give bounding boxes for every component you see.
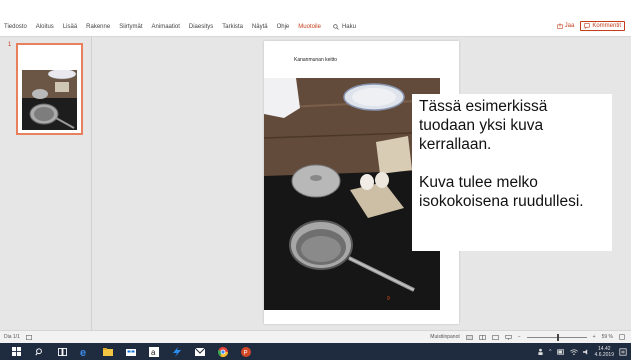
normal-view-icon[interactable] xyxy=(466,334,473,340)
share-label: Jaa xyxy=(564,23,575,29)
slide-counter: Dia 1/1 xyxy=(4,334,20,340)
svg-text:a: a xyxy=(151,348,156,357)
zoom-slider-knob[interactable] xyxy=(556,333,559,341)
fit-slide-icon[interactable] xyxy=(619,334,625,340)
search-box[interactable]: Haku xyxy=(333,24,356,30)
amazon-icon[interactable]: a xyxy=(147,345,161,359)
callout-line-2: tuodaan yksi kuva xyxy=(419,117,544,134)
system-tray: ^ 14.42 4.6.2019 xyxy=(537,343,627,360)
windows-taskbar: e a P ^ 14.42 4.6.2019 xyxy=(0,343,631,360)
tab-file[interactable]: Tiedosto xyxy=(4,24,27,30)
store-icon[interactable] xyxy=(124,345,138,359)
callout-line-5: Kuva tulee melko xyxy=(419,174,538,191)
clock-date: 4.6.2019 xyxy=(594,351,614,358)
zoom-out-button[interactable]: − xyxy=(518,334,521,340)
app-bolt-icon[interactable] xyxy=(170,345,184,359)
search-label: Haku xyxy=(341,23,356,30)
windows-start-icon[interactable] xyxy=(9,345,23,359)
notes-button[interactable]: Muistiinpanot xyxy=(430,334,459,340)
workspace: 1 Kananmunan keitto 9 Tässä esimerkissä … xyxy=(0,37,631,330)
zoom-level[interactable]: 59 % xyxy=(602,334,613,340)
edge-browser-icon[interactable]: e xyxy=(78,345,92,359)
spellcheck-icon[interactable] xyxy=(25,334,32,340)
tab-transitions[interactable]: Siirtymät xyxy=(119,24,142,30)
thumbnail-pane: 1 xyxy=(0,37,92,330)
tab-view[interactable]: Näytä xyxy=(252,24,268,30)
callout-line-1: Tässä esimerkissä xyxy=(419,98,548,115)
ribbon-tabs: Tiedosto Aloitus Lisää Rakenne Siirtymät… xyxy=(0,17,631,37)
svg-text:9: 9 xyxy=(387,296,390,302)
svg-text:P: P xyxy=(244,350,248,356)
callout-line-6: isokokoisena ruudullesi. xyxy=(419,193,584,210)
taskbar-search-icon[interactable] xyxy=(32,345,46,359)
comments-button[interactable]: Kommentit xyxy=(580,21,625,31)
person-icon[interactable] xyxy=(537,348,544,355)
tab-insert[interactable]: Lisää xyxy=(63,24,77,30)
notification-icon[interactable] xyxy=(619,347,627,356)
powerpoint-icon[interactable]: P xyxy=(239,345,253,359)
tray-chevron-icon[interactable]: ^ xyxy=(549,349,551,355)
title-strip xyxy=(0,0,631,17)
callout-line-4 xyxy=(419,154,612,173)
reading-view-icon[interactable] xyxy=(492,334,499,340)
tab-home[interactable]: Aloitus xyxy=(36,24,54,30)
chrome-icon[interactable] xyxy=(216,345,230,359)
notes-label: Muistiinpanot xyxy=(430,334,460,340)
tab-review[interactable]: Tarkista xyxy=(222,24,243,30)
callout-line-3: kerrallaan. xyxy=(419,136,492,153)
zoom-slider[interactable] xyxy=(526,333,587,341)
slide-sorter-icon[interactable] xyxy=(479,334,486,340)
thumbnail-photo-image xyxy=(22,70,77,130)
callout-textbox[interactable]: Tässä esimerkissä tuodaan yksi kuva kerr… xyxy=(412,94,612,251)
tab-format[interactable]: Muotoile xyxy=(298,24,321,30)
wifi-icon[interactable] xyxy=(569,348,578,355)
volume-icon[interactable] xyxy=(582,348,590,355)
share-button[interactable]: Jaa xyxy=(556,23,575,29)
taskbar-clock[interactable]: 14.42 4.6.2019 xyxy=(595,346,614,358)
slide-title[interactable]: Kananmunan keitto xyxy=(294,57,337,63)
mail-icon[interactable] xyxy=(193,345,207,359)
status-bar: Dia 1/1 Muistiinpanot − + 59 % xyxy=(0,330,631,343)
slide-thumbnail[interactable] xyxy=(16,43,83,135)
battery-icon[interactable] xyxy=(556,348,565,355)
comment-icon xyxy=(584,23,591,29)
tab-design[interactable]: Rakenne xyxy=(86,24,110,30)
tab-animations[interactable]: Animaatiot xyxy=(152,24,180,30)
task-view-icon[interactable] xyxy=(55,345,69,359)
svg-text:e: e xyxy=(80,347,86,357)
thumbnail-number: 1 xyxy=(8,42,12,48)
share-icon xyxy=(556,23,563,29)
zoom-in-button[interactable]: + xyxy=(593,334,596,340)
slideshow-icon[interactable] xyxy=(505,334,512,340)
search-icon xyxy=(333,23,339,30)
file-explorer-icon[interactable] xyxy=(101,345,115,359)
comments-label: Kommentit xyxy=(592,23,621,29)
tab-slideshow[interactable]: Diaesitys xyxy=(189,24,213,30)
tab-help[interactable]: Ohje xyxy=(277,24,290,30)
